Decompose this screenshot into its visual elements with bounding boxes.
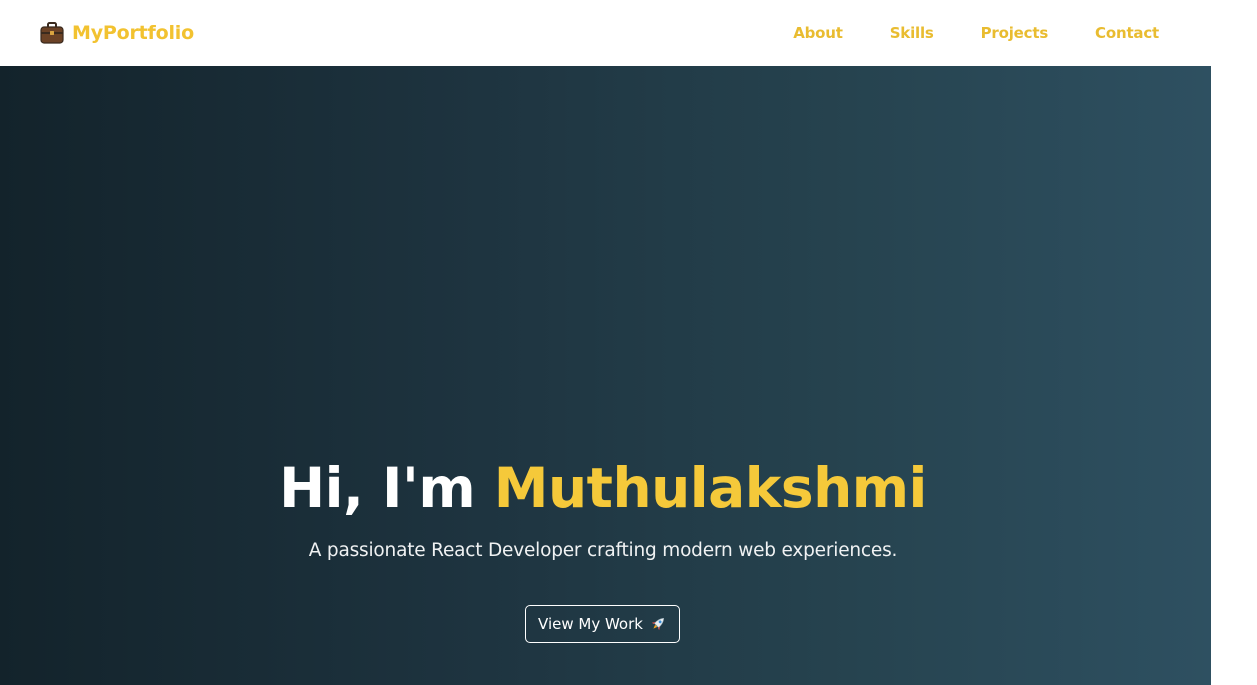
nav-link-about[interactable]: About	[793, 24, 843, 42]
portfolio-page: MyPortfolio About Skills Projects Contac…	[0, 0, 1257, 685]
brand-name: MyPortfolio	[72, 22, 194, 44]
briefcase-icon	[40, 22, 64, 44]
nav-link-contact[interactable]: Contact	[1095, 24, 1159, 42]
nav-link-skills[interactable]: Skills	[890, 24, 934, 42]
nav-links: About Skills Projects Contact	[793, 24, 1159, 42]
hero-name: Muthulakshmi	[493, 456, 928, 520]
hero-subtitle: A passionate React Developer crafting mo…	[308, 540, 898, 561]
brand-logo[interactable]: MyPortfolio	[40, 22, 194, 44]
hero-greeting: Hi, I'm	[279, 456, 494, 520]
navbar: MyPortfolio About Skills Projects Contac…	[0, 0, 1211, 66]
hero-section: Hi, I'm Muthulakshmi A passionate React …	[0, 66, 1211, 685]
hero-title: Hi, I'm Muthulakshmi	[0, 456, 1206, 520]
view-my-work-label: View My Work	[538, 615, 643, 633]
rocket-icon	[649, 615, 667, 633]
view-my-work-button[interactable]: View My Work	[525, 605, 680, 643]
nav-link-projects[interactable]: Projects	[981, 24, 1049, 42]
